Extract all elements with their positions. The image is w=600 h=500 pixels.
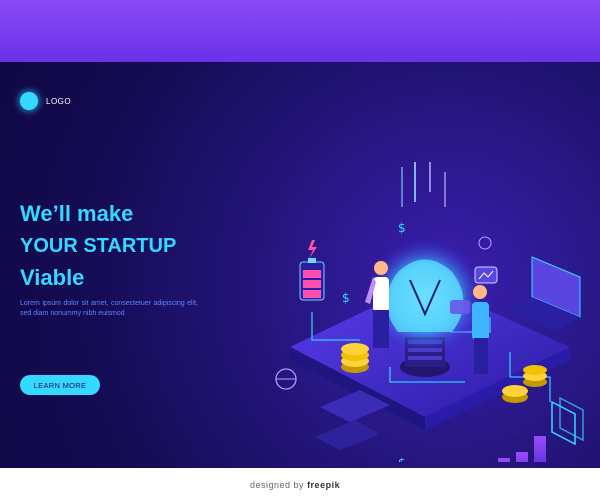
coin-stack-left <box>341 343 369 373</box>
battery-icon <box>299 258 325 301</box>
frame-icon <box>551 396 584 446</box>
bar-chart-icon <box>498 436 546 462</box>
lightning-icon <box>308 240 317 259</box>
dollar-icon-bottom: $ <box>398 456 406 462</box>
watermark: designed by freepik <box>250 480 340 490</box>
watermark-prefix: designed by <box>250 480 305 490</box>
landing-card: LOGO We’ll make YOUR STARTUP Viable Lore… <box>0 62 600 468</box>
hero-description: Lorem ipsum dolor sit amet, consectetuer… <box>20 300 198 317</box>
graph-card-icon <box>450 300 470 314</box>
hero-headline: We’ll make YOUR STARTUP Viable <box>20 198 176 294</box>
logo[interactable]: LOGO <box>20 92 71 110</box>
globe-icon-top <box>478 236 492 250</box>
top-band <box>0 0 600 62</box>
headline-line-2: YOUR STARTUP <box>20 235 177 257</box>
headline-line-3: Viable <box>20 265 85 290</box>
watermark-brand: freepik <box>307 480 341 490</box>
dollar-icon-left: $ <box>342 291 350 305</box>
startup-illustration: $ $ $ <box>275 162 584 462</box>
logo-text: LOGO <box>46 96 72 106</box>
laptop-icon <box>505 256 581 332</box>
tile-left-2 <box>315 420 380 450</box>
logo-mark-icon <box>20 92 38 110</box>
dollar-icon-top: $ <box>398 221 406 235</box>
light-rays <box>401 162 446 207</box>
learn-more-button[interactable]: LEARN MORE <box>20 375 100 395</box>
headline-line-1: We’ll make <box>20 201 134 226</box>
